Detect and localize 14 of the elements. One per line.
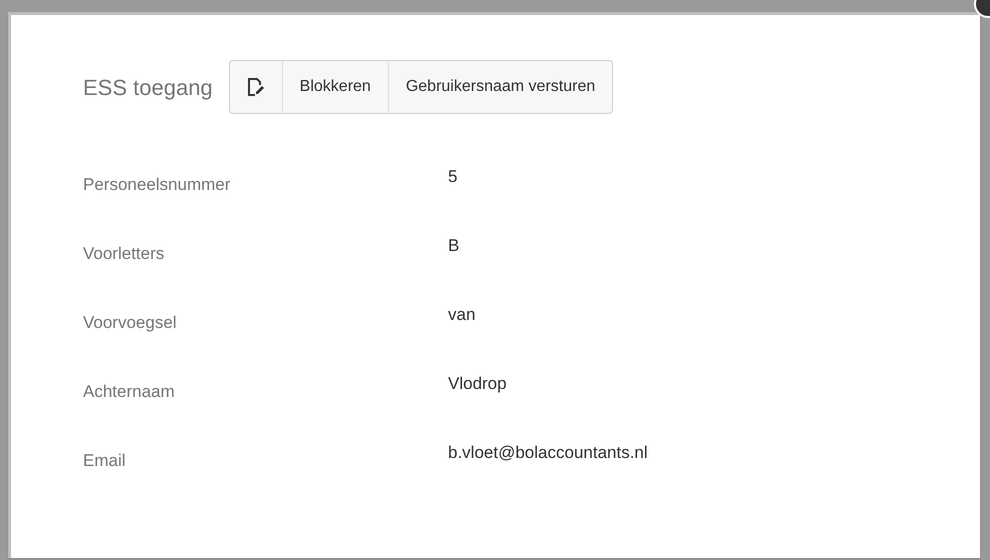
field-label: Achternaam	[83, 381, 176, 403]
field-value: van	[448, 304, 476, 326]
field-value: b.vloet@bolaccountants.nl	[448, 442, 648, 464]
section-title: ESS toegang	[83, 74, 213, 102]
field-label: Email	[83, 450, 127, 472]
field-value: B	[448, 235, 460, 257]
edit-document-icon	[246, 77, 265, 97]
action-button[interactable]: Blokkeren	[282, 61, 388, 113]
action-button[interactable]: Gebruikersnaam versturen	[388, 61, 612, 113]
field-value: Vlodrop	[448, 373, 507, 395]
field-label: Personeelsnummer	[83, 174, 232, 196]
field-value: 5	[448, 166, 458, 188]
field-label: Voorvoegsel	[83, 312, 178, 334]
field-label: Voorletters	[83, 243, 166, 265]
